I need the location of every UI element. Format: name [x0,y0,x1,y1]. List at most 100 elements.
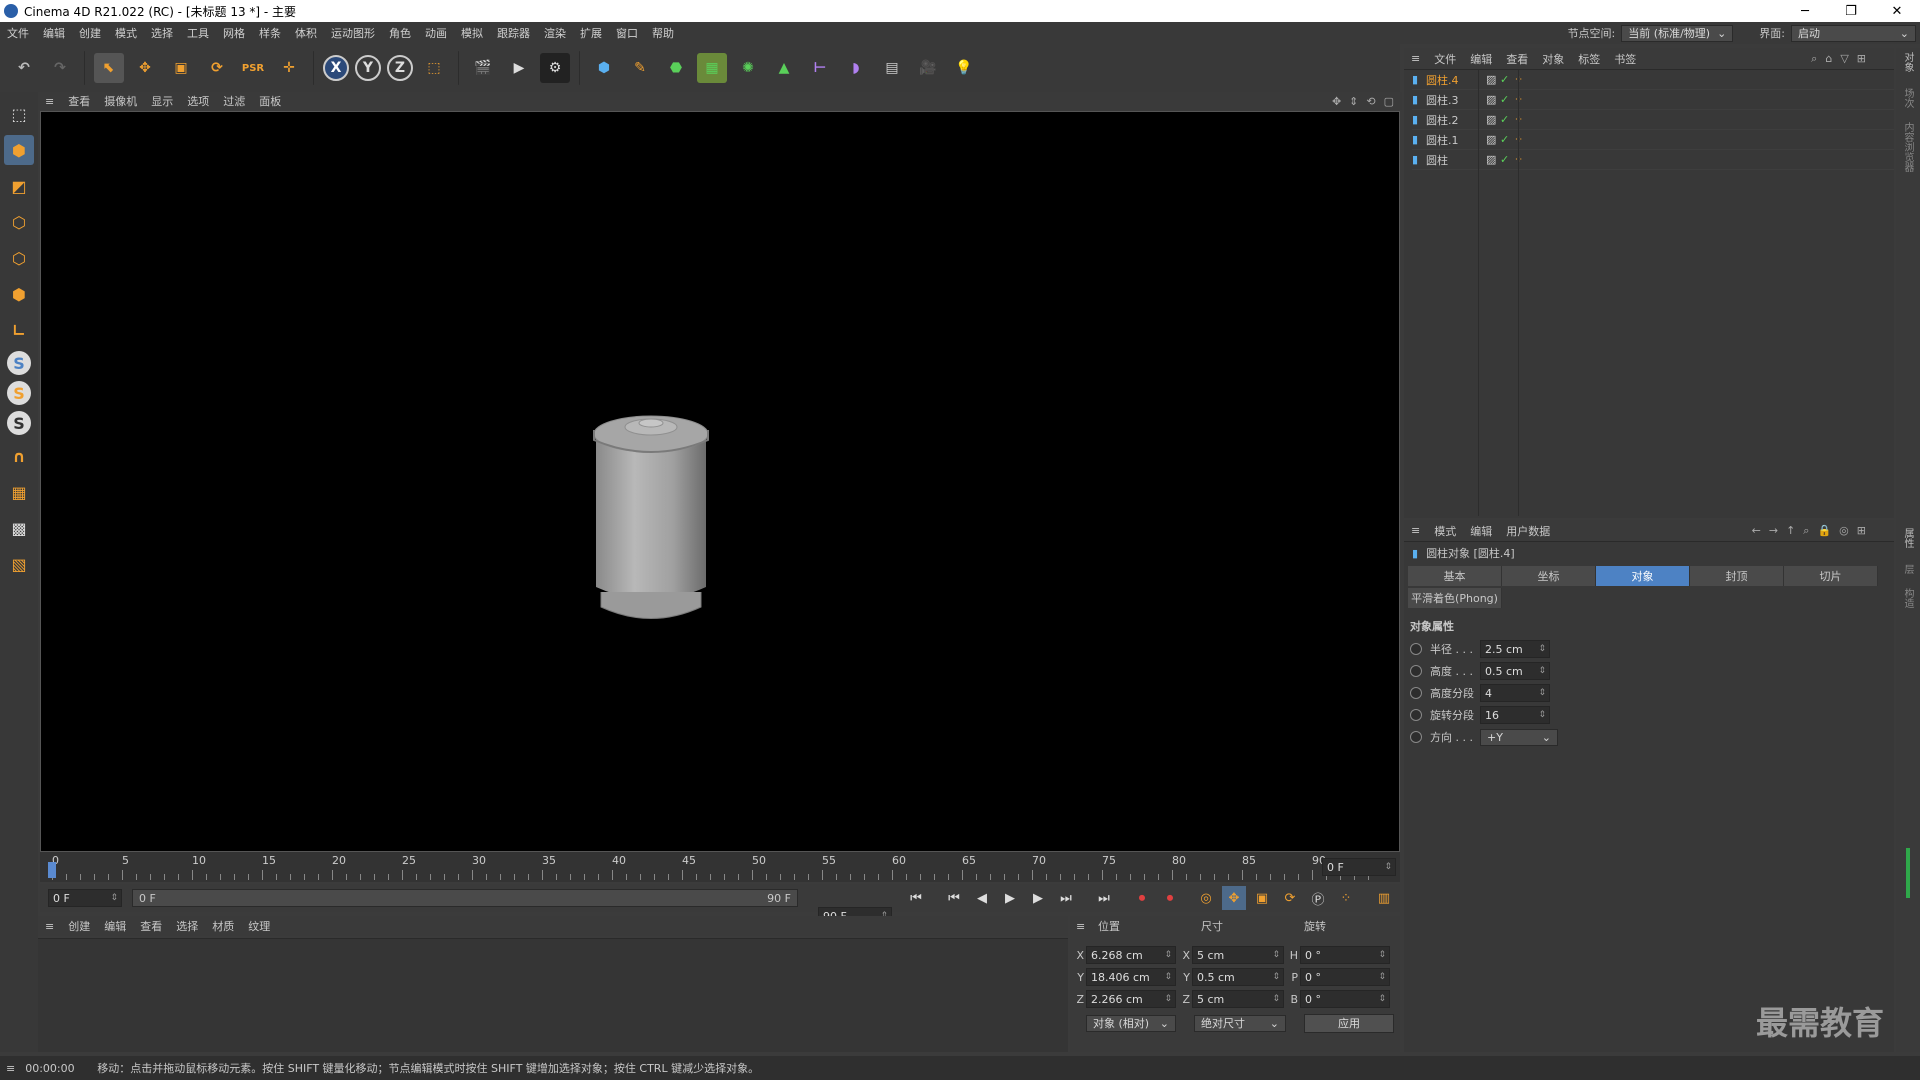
restore-button[interactable]: ❐ [1828,0,1874,22]
om-menu-edit[interactable]: 编辑 [1463,51,1499,67]
start-frame-field[interactable]: 0 F [48,889,122,907]
current-frame-field[interactable]: 0 F [1322,858,1396,876]
key-move-icon[interactable]: ✥ [1222,886,1246,910]
menu-render[interactable]: 渲染 [537,25,573,41]
camera-icon[interactable]: 🎥 [913,53,943,83]
menu-extensions[interactable]: 扩展 [573,25,609,41]
x-axis-lock-button[interactable]: X [323,55,349,81]
am-menu-userdata[interactable]: 用户数据 [1499,523,1557,539]
object-name[interactable]: 圆柱.2 [1426,112,1486,128]
go-to-start-icon[interactable]: ⏮ [904,886,928,910]
menu-select[interactable]: 选择 [144,25,180,41]
edit-toggle-icon[interactable]: ▨ [1486,153,1500,166]
menu-edit[interactable]: 编辑 [36,25,72,41]
tab-attributes-vertical[interactable]: 属性 [1900,528,1915,548]
layout-select[interactable]: 启动 ⌄ [1791,24,1916,42]
snap-settings-icon[interactable]: S [7,381,31,405]
tab-takes-vertical[interactable]: 场次 [1900,88,1915,108]
go-to-end-icon[interactable]: ⏭ [1092,886,1116,910]
tab-structure-vertical[interactable]: 构造 [1900,588,1915,608]
axis-mode-icon[interactable]: ∟ [4,315,34,345]
snap-icon[interactable]: S [7,351,31,375]
visibility-check-icon[interactable]: ✓ [1500,73,1514,86]
om-menu-tags[interactable]: 标签 [1571,51,1607,67]
polygons-mode-icon[interactable]: ⬢ [4,279,34,309]
viewport-menu-view[interactable]: 查看 [61,93,97,109]
hamburger-menu-icon[interactable]: ≡ [1070,920,1098,933]
material-menu-texture[interactable]: 纹理 [241,918,277,934]
key-position-icon[interactable]: ◎ [1194,886,1218,910]
pen-spline-icon[interactable]: ✎ [625,53,655,83]
texture-mode-icon[interactable]: ◩ [4,171,34,201]
autokey-icon[interactable]: ⏺ [1158,886,1182,910]
object-row[interactable]: ▮ 圆柱.1 ▨ ✓ ⁘ [1412,130,1894,150]
timeline-ruler[interactable]: 0 5 10 15 20 25 30 35 40 45 50 55 60 65 70 75 80 85 90 0 F [40,852,1400,882]
am-menu-mode[interactable]: 模式 [1427,523,1463,539]
apply-button[interactable]: 应用 [1304,1013,1394,1033]
menu-tools[interactable]: 工具 [180,25,216,41]
3d-viewport[interactable] [40,111,1400,852]
pan-view-icon[interactable]: ✥ [1332,95,1341,108]
object-row[interactable]: ▮ 圆柱.4 ▨ ✓ ⁘ [1412,70,1894,90]
rot-h-field[interactable]: 0 ° [1300,946,1390,964]
key-pla-icon[interactable]: ⁘ [1334,886,1358,910]
lock-icon[interactable]: 🔒 [1817,524,1831,538]
coordinate-system-icon[interactable]: ⬚ [419,53,449,83]
cube-object-icon[interactable]: ⬢ [589,53,619,83]
tab-coord[interactable]: 坐标 [1502,566,1596,586]
minimize-button[interactable]: ─ [1782,0,1828,22]
om-menu-view[interactable]: 查看 [1499,51,1535,67]
floor-icon[interactable]: ▤ [877,53,907,83]
quantize-icon[interactable]: S [7,411,31,435]
y-axis-lock-button[interactable]: Y [355,55,381,81]
next-frame-icon[interactable]: ▶ [1026,886,1050,910]
key-scale-icon[interactable]: ▣ [1250,886,1274,910]
tab-object[interactable]: 对象 [1596,566,1690,586]
previous-frame-icon[interactable]: ◀ [970,886,994,910]
generator-icon[interactable]: ▦ [697,53,727,83]
om-menu-file[interactable]: 文件 [1427,51,1463,67]
menu-animate[interactable]: 动画 [418,25,454,41]
menu-create[interactable]: 创建 [72,25,108,41]
key-rotate-icon[interactable]: ⟳ [1278,886,1302,910]
visibility-check-icon[interactable]: ✓ [1500,133,1514,146]
hamburger-menu-icon[interactable]: ≡ [1404,524,1427,537]
menu-help[interactable]: 帮助 [645,25,681,41]
boole-icon[interactable]: ▲ [769,53,799,83]
rot-b-field[interactable]: 0 ° [1300,990,1390,1008]
material-menu-create[interactable]: 创建 [61,918,97,934]
play-icon[interactable]: ▶ [998,886,1022,910]
new-window-icon[interactable]: ⊞ [1857,524,1866,538]
object-name[interactable]: 圆柱.1 [1426,132,1486,148]
field-icon[interactable]: ◗ [841,53,871,83]
preview-range-slider[interactable]: 0 F 90 F [132,889,798,907]
edit-toggle-icon[interactable]: ▨ [1486,73,1500,86]
size-mode-select[interactable]: 绝对尺寸 ⌄ [1194,1014,1286,1032]
target-icon[interactable]: ◎ [1839,524,1849,538]
edit-toggle-icon[interactable]: ▨ [1486,133,1500,146]
material-menu-select[interactable]: 选择 [169,918,205,934]
search-icon[interactable]: ⌕ [1803,524,1809,538]
edit-toggle-icon[interactable]: ▨ [1486,93,1500,106]
render-to-picture-viewer-icon[interactable]: ▶ [504,53,534,83]
add-tool-icon[interactable]: ✛ [274,53,304,83]
forward-arrow-icon[interactable]: → [1769,524,1778,538]
hamburger-menu-icon[interactable]: ≡ [38,95,61,108]
menu-mode[interactable]: 模式 [108,25,144,41]
viewport-menu-panel[interactable]: 面板 [252,93,288,109]
mograph-cloner-icon[interactable]: ✺ [733,53,763,83]
maximize-view-icon[interactable]: ▢ [1384,95,1394,108]
tab-content-browser-vertical[interactable]: 内容浏览器 [1900,122,1915,172]
subdivision-surface-icon[interactable]: ⬣ [661,53,691,83]
pos-y-field[interactable]: 18.406 cm [1086,968,1176,986]
cylinder-stack-render[interactable] [41,112,1399,851]
object-name[interactable]: 圆柱.4 [1426,72,1486,88]
object-row[interactable]: ▮ 圆柱.2 ▨ ✓ ⁘ [1412,110,1894,130]
home-icon[interactable]: ⌂ [1825,52,1832,66]
rotate-tool-icon[interactable]: ⟳ [202,53,232,83]
om-menu-bookmarks[interactable]: 书签 [1607,51,1643,67]
move-tool-icon[interactable]: ✥ [130,53,160,83]
menu-mesh[interactable]: 网格 [216,25,252,41]
height-segments-field[interactable]: 4 [1480,684,1550,702]
material-menu-material[interactable]: 材质 [205,918,241,934]
